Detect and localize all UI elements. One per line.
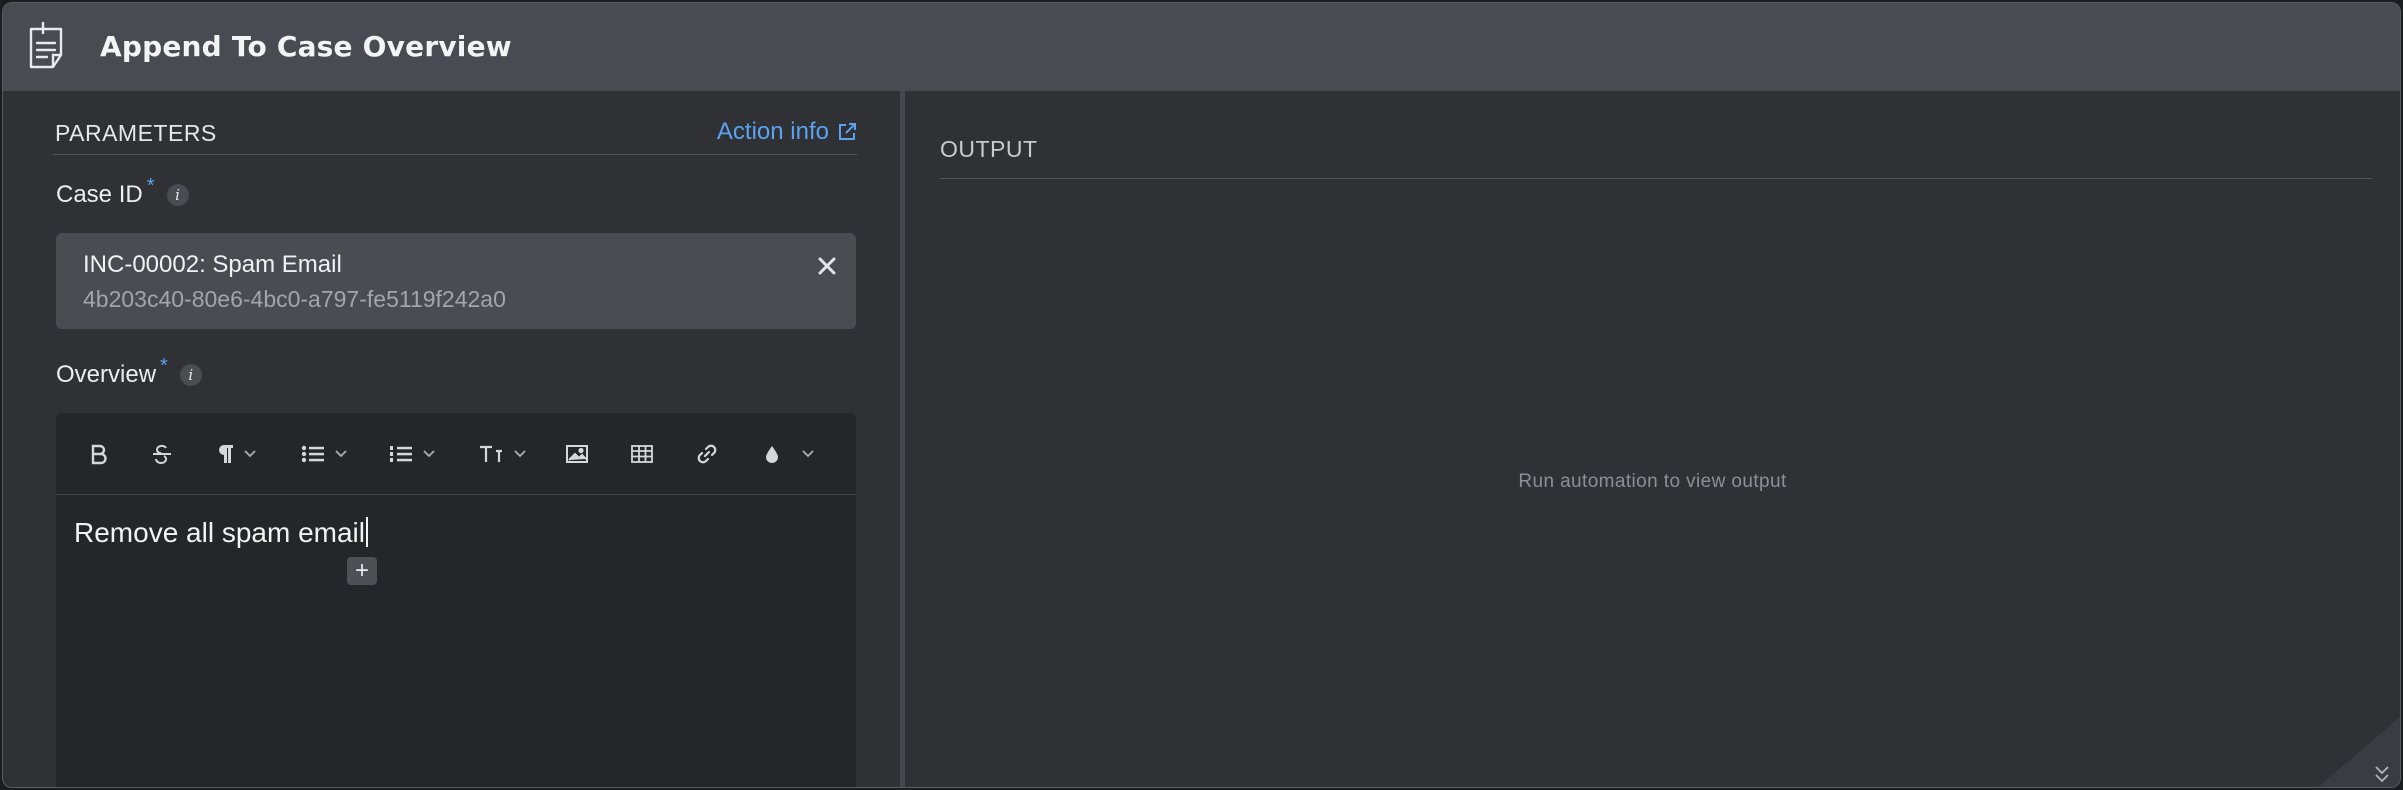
bold-icon bbox=[91, 444, 107, 465]
overview-editor: Remove all spam email + bbox=[56, 413, 856, 787]
image-icon bbox=[566, 445, 588, 463]
bold-button[interactable] bbox=[88, 440, 108, 468]
output-header: OUTPUT bbox=[940, 136, 2372, 179]
add-block-button[interactable]: + bbox=[347, 557, 377, 585]
clear-icon[interactable] bbox=[812, 251, 842, 281]
chevron-down-icon bbox=[244, 450, 256, 458]
case-id-select[interactable]: INC-00002: Spam Email 4b203c40-80e6-4bc0… bbox=[56, 233, 856, 329]
collapse-corner-icon[interactable] bbox=[2310, 717, 2400, 787]
chevron-down-icon bbox=[335, 450, 347, 458]
bullet-list-icon bbox=[301, 445, 324, 463]
action-info-link[interactable]: Action info bbox=[717, 118, 857, 146]
bullet-list-dropdown[interactable] bbox=[301, 440, 347, 468]
paragraph-icon bbox=[219, 445, 233, 463]
output-empty-message: Run automation to view output bbox=[1518, 471, 1787, 492]
paragraph-format-dropdown[interactable] bbox=[216, 440, 256, 468]
editor-content[interactable]: Remove all spam email bbox=[74, 517, 368, 549]
chevron-down-icon bbox=[802, 450, 814, 458]
font-size-icon bbox=[480, 445, 502, 462]
output-panel: OUTPUT Run automation to view output bbox=[905, 91, 2400, 787]
insert-table-button[interactable] bbox=[631, 440, 653, 468]
overview-label: Overview * i bbox=[56, 355, 202, 389]
chevron-down-icon bbox=[514, 450, 526, 458]
info-icon[interactable]: i bbox=[179, 364, 202, 386]
case-id-label-text: Case ID bbox=[56, 181, 143, 208]
chevron-down-icon bbox=[423, 450, 435, 458]
info-icon[interactable]: i bbox=[166, 184, 189, 206]
table-icon bbox=[631, 445, 653, 463]
editor-toolbar bbox=[56, 413, 856, 495]
action-info-label: Action info bbox=[716, 118, 829, 145]
dialog-title: Append To Case Overview bbox=[100, 30, 512, 63]
link-icon bbox=[697, 444, 717, 464]
case-id-label: Case ID * i bbox=[56, 175, 189, 209]
font-size-dropdown[interactable] bbox=[478, 440, 526, 468]
output-heading: OUTPUT bbox=[940, 136, 1038, 162]
text-color-dropdown[interactable] bbox=[764, 440, 814, 468]
insert-image-button[interactable] bbox=[566, 440, 588, 468]
required-mark: * bbox=[146, 175, 155, 197]
editor-text: Remove all spam email bbox=[74, 517, 365, 548]
title-bar: Append To Case Overview bbox=[3, 3, 2400, 91]
parameters-heading: PARAMETERS bbox=[55, 120, 217, 146]
external-link-icon bbox=[839, 123, 856, 140]
overview-label-text: Overview bbox=[56, 361, 157, 388]
insert-link-button[interactable] bbox=[696, 440, 718, 468]
notes-icon bbox=[29, 21, 63, 69]
action-dialog: Append To Case Overview PARAMETERS Actio… bbox=[2, 2, 2401, 788]
color-drop-icon bbox=[766, 446, 778, 463]
case-selected-title: INC-00002: Spam Email bbox=[83, 251, 342, 278]
strikethrough-icon bbox=[153, 444, 171, 465]
numbered-list-dropdown[interactable] bbox=[389, 440, 435, 468]
text-cursor bbox=[366, 517, 368, 547]
required-mark: * bbox=[160, 355, 168, 377]
parameters-header: PARAMETERS Action info bbox=[53, 106, 857, 155]
case-selected-id: 4b203c40-80e6-4bc0-a797-fe5119f242a0 bbox=[83, 286, 506, 312]
parameters-panel: PARAMETERS Action info Case ID * i INC-0… bbox=[3, 91, 900, 787]
strikethrough-button[interactable] bbox=[151, 440, 173, 468]
numbered-list-icon bbox=[390, 446, 412, 462]
